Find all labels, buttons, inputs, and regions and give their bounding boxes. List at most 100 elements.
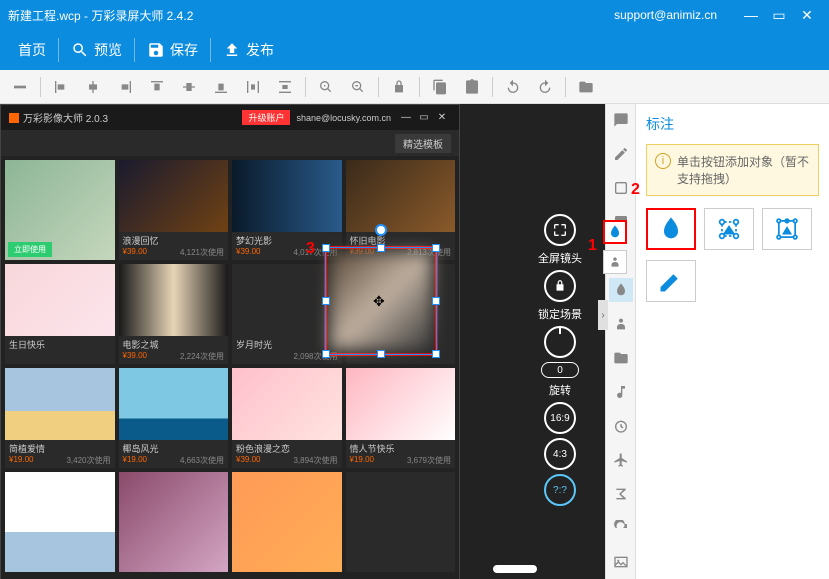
effect-icon[interactable] [609,278,633,302]
templates-tab[interactable]: 精选模板 [395,134,451,153]
fullscreen-camera-button[interactable] [544,214,576,246]
spotlight-tool-button[interactable] [762,208,812,250]
ratio-custom-button[interactable]: ?:? [544,474,576,506]
subwin-max-icon[interactable]: ▭ [415,109,433,127]
template-cell[interactable]: 生日快乐 [5,264,115,364]
refresh-icon[interactable] [609,516,633,540]
lock-scene-button[interactable] [544,270,576,302]
close-button[interactable]: ✕ [793,1,821,29]
mini-tool-column [603,220,627,274]
move-cursor-icon: ✥ [373,293,385,310]
template-cell[interactable]: 浪漫回忆¥39.004,121次使用 [119,160,229,260]
annotation-label-3: 3 [306,240,315,258]
timeline-marker[interactable] [493,565,537,573]
folder-open-icon[interactable] [609,346,633,370]
ratio-16-9-button[interactable]: 16:9 [544,402,576,434]
template-uses: 3,420次使用 [66,455,110,466]
rotation-dial[interactable] [544,326,576,358]
distribute-h-icon[interactable] [238,73,268,101]
upgrade-badge[interactable]: 升级账户 [242,110,290,125]
resize-handle[interactable] [322,297,330,305]
align-tool-1[interactable] [5,73,35,101]
template-cell[interactable]: 简植爱情¥19.003,420次使用 [5,368,115,468]
distribute-v-icon[interactable] [270,73,300,101]
subwin-close-icon[interactable]: ✕ [433,109,451,127]
align-bottom-icon[interactable] [206,73,236,101]
rotate-label: 旋转 [549,382,571,398]
align-center-h-icon[interactable] [78,73,108,101]
template-price: ¥39.00 [123,247,147,258]
annotation-panel: 标注 i 单击按钮添加对象（暂不支持拖拽） [635,104,829,579]
save-button[interactable]: 保存 [137,30,208,70]
mosaic-tool-button[interactable] [704,208,754,250]
use-template-button[interactable]: 立即使用 [8,242,52,257]
zoom-out-icon[interactable] [343,73,373,101]
minimize-button[interactable]: — [737,1,765,29]
ratio-4-3-button[interactable]: 4:3 [544,438,576,470]
template-cell[interactable] [5,472,115,572]
home-button[interactable]: 首页 [8,30,56,70]
rotation-value[interactable]: 0 [541,362,579,378]
template-cell[interactable]: 电影之城¥39.00 2,224次使用 [119,264,229,364]
support-email[interactable]: support@animiz.cn [614,8,717,22]
redo-icon[interactable] [530,73,560,101]
preview-button[interactable]: 预览 [61,30,132,70]
template-cell[interactable] [346,472,456,572]
undo-icon[interactable] [498,73,528,101]
template-uses: 4,663次使用 [180,455,224,466]
template-title: 电影之城 [123,338,225,351]
template-uses: 3,894次使用 [293,455,337,466]
resize-handle[interactable] [432,244,440,252]
template-cell[interactable] [119,472,229,572]
timer-icon[interactable] [609,414,633,438]
template-cell[interactable]: 椰岛风光¥19.004,663次使用 [119,368,229,468]
gallery-icon[interactable] [609,550,633,574]
music-icon[interactable] [609,380,633,404]
expand-panel-button[interactable]: › [598,300,608,330]
lock-label: 锁定场景 [538,306,582,322]
align-right-icon[interactable] [110,73,140,101]
highlight-tool-button[interactable] [646,260,696,302]
person-icon[interactable] [609,312,633,336]
rotation-handle[interactable] [375,224,387,236]
resize-handle[interactable] [432,350,440,358]
hint-text: 单击按钮添加对象（暂不支持拖拽） [677,153,810,187]
publish-button[interactable]: 发布 [213,30,284,70]
chat-icon[interactable] [609,108,633,132]
resize-handle[interactable] [322,244,330,252]
template-cell[interactable] [232,472,342,572]
zoom-in-icon[interactable] [311,73,341,101]
resize-handle[interactable] [377,244,385,252]
template-title: 情人节快乐 [350,442,452,455]
plane-icon[interactable] [609,448,633,472]
mini-person-button[interactable] [603,250,627,274]
mini-blur-button[interactable] [603,220,627,244]
pencil-icon[interactable] [609,142,633,166]
template-price: ¥39.00 [123,351,147,362]
copy-icon[interactable] [425,73,455,101]
resize-handle[interactable] [322,350,330,358]
canvas-area[interactable]: 万彩影像大师 2.0.3 升级账户 shane@locusky.com.cn —… [0,104,605,579]
lock-icon[interactable] [384,73,414,101]
panel-title: 标注 [646,114,819,134]
template-cell[interactable]: 情人节快乐¥19.003,679次使用 [346,368,456,468]
selected-blur-object[interactable]: ✥ [324,246,438,356]
template-uses: 2,224次使用 [180,351,224,362]
resize-handle[interactable] [432,297,440,305]
sum-icon[interactable] [609,482,633,506]
resize-handle[interactable] [377,350,385,358]
maximize-button[interactable]: ▭ [765,1,793,29]
template-cell[interactable]: 粉色浪漫之恋¥39.003,894次使用 [232,368,342,468]
blur-tool-button[interactable] [646,208,696,250]
template-cell[interactable]: 立即使用 [5,160,115,260]
align-top-icon[interactable] [142,73,172,101]
folder-icon[interactable] [571,73,601,101]
template-title: 生日快乐 [9,338,111,351]
template-title: 浪漫回忆 [123,234,225,247]
shape-icon[interactable] [609,176,633,200]
subwin-min-icon[interactable]: — [397,109,415,127]
align-center-v-icon[interactable] [174,73,204,101]
app-title: 新建工程.wcp - 万彩录屏大师 2.4.2 [8,7,614,24]
align-left-icon[interactable] [46,73,76,101]
paste-icon[interactable] [457,73,487,101]
